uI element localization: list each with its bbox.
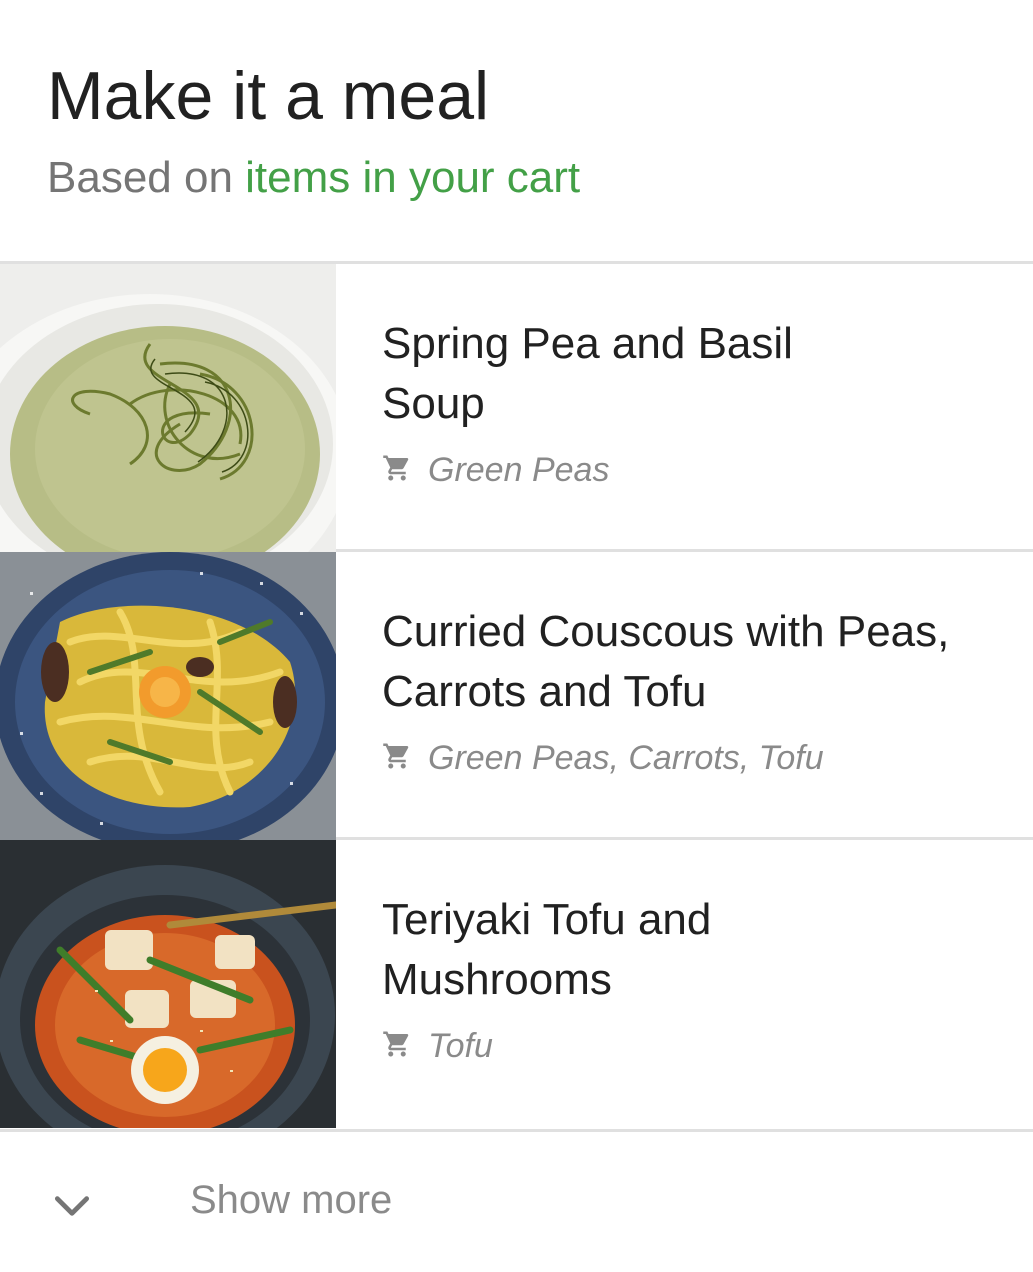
recipe-row[interactable]: Teriyaki Tofu and Mushrooms Tofu xyxy=(0,840,1033,1128)
ingredients-text: Green Peas xyxy=(428,451,610,489)
cart-icon xyxy=(383,1031,409,1057)
card-subtitle: Based on items in your cart xyxy=(47,152,580,204)
recipe-title[interactable]: Teriyaki Tofu and Mushrooms xyxy=(382,890,852,1010)
meal-suggestions-card: Make it a meal Based on items in your ca… xyxy=(0,0,1033,1272)
ingredients-text: Tofu xyxy=(428,1027,493,1065)
card-title: Make it a meal xyxy=(47,58,490,134)
recipe-row[interactable]: Curried Couscous with Peas, Carrots and … xyxy=(0,552,1033,840)
tofu-soup-bowl-image xyxy=(0,840,336,1128)
ingredients-text: Green Peas, Carrots, Tofu xyxy=(428,739,824,777)
pasta-plate-image xyxy=(0,552,336,840)
recipe-ingredients: Green Peas xyxy=(382,450,609,490)
subtitle-prefix: Based on xyxy=(47,153,246,202)
pea-soup-image xyxy=(0,264,336,552)
card-header: Make it a meal Based on items in your ca… xyxy=(0,0,1033,264)
recipe-title[interactable]: Spring Pea and Basil Soup xyxy=(382,314,852,434)
recipe-ingredients: Green Peas, Carrots, Tofu xyxy=(382,738,824,778)
show-more-row[interactable]: Show more xyxy=(0,1129,1033,1272)
cart-icon xyxy=(383,455,409,481)
recipe-title[interactable]: Curried Couscous with Peas, Carrots and … xyxy=(382,602,1022,722)
show-more-button[interactable]: Show more xyxy=(190,1176,392,1224)
recipe-ingredients: Tofu xyxy=(382,1026,493,1066)
recipe-row[interactable]: Spring Pea and Basil Soup Green Peas xyxy=(0,264,1033,552)
cart-icon xyxy=(383,743,409,769)
chevron-down-icon xyxy=(54,1196,90,1216)
cart-items-link[interactable]: items in your cart xyxy=(245,153,580,202)
